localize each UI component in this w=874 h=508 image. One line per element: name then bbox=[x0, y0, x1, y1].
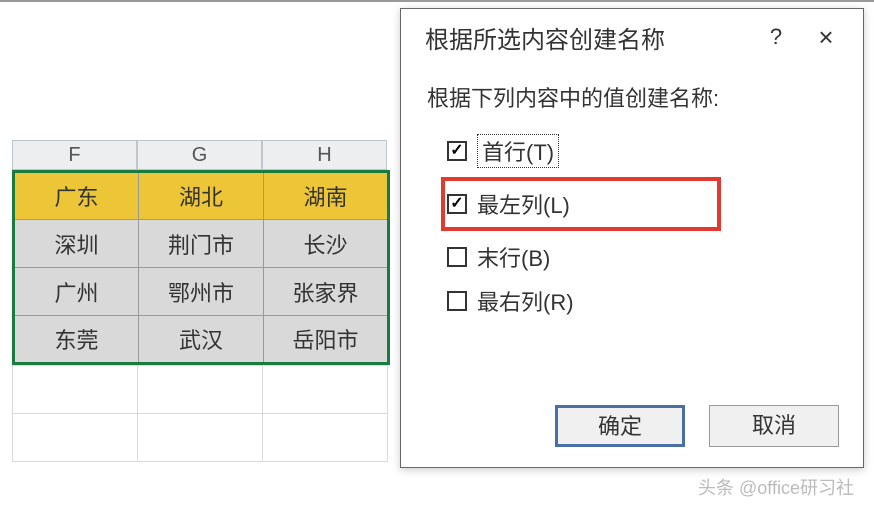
col-header-g[interactable]: G bbox=[137, 140, 262, 170]
cell[interactable]: 广东 bbox=[14, 172, 139, 220]
checkbox-label: 首行(T) bbox=[477, 134, 559, 168]
dialog-title: 根据所选内容创建名称 bbox=[425, 20, 751, 55]
empty-grid bbox=[12, 365, 388, 462]
selected-range[interactable]: 广东 湖北 湖南 深圳 荆门市 长沙 广州 鄂州市 张家界 东莞 武汉 岳阳市 bbox=[12, 170, 390, 365]
cancel-button[interactable]: 取消 bbox=[709, 405, 839, 447]
checkbox-left-col[interactable]: 最左列(L) bbox=[441, 177, 721, 231]
cell[interactable]: 武汉 bbox=[139, 316, 264, 364]
checkbox-icon bbox=[447, 194, 467, 214]
checkbox-icon bbox=[447, 141, 467, 161]
checkbox-bottom-row[interactable]: 末行(B) bbox=[447, 235, 833, 279]
col-header-h[interactable]: H bbox=[262, 140, 387, 170]
close-button[interactable]: × bbox=[801, 17, 851, 57]
checkbox-right-col[interactable]: 最右列(R) bbox=[447, 279, 833, 323]
cell[interactable]: 岳阳市 bbox=[264, 316, 389, 364]
cell[interactable]: 鄂州市 bbox=[139, 268, 264, 316]
help-button[interactable]: ? bbox=[751, 17, 801, 57]
checkbox-label: 最右列(R) bbox=[477, 285, 574, 317]
cell[interactable]: 长沙 bbox=[264, 220, 389, 268]
checkbox-icon bbox=[447, 247, 467, 267]
create-names-dialog: 根据所选内容创建名称 ? × 根据下列内容中的值创建名称: 首行(T) 最左列(… bbox=[400, 8, 864, 468]
col-header-f[interactable]: F bbox=[12, 140, 137, 170]
watermark: 头条 @office研习社 bbox=[698, 474, 854, 500]
cell[interactable]: 深圳 bbox=[14, 220, 139, 268]
ok-button[interactable]: 确定 bbox=[555, 405, 685, 447]
cell[interactable]: 荆门市 bbox=[139, 220, 264, 268]
checkbox-label: 末行(B) bbox=[477, 241, 550, 273]
cell[interactable]: 张家界 bbox=[264, 268, 389, 316]
checkbox-icon bbox=[447, 291, 467, 311]
cell[interactable]: 东莞 bbox=[14, 316, 139, 364]
checkbox-label: 最左列(L) bbox=[477, 188, 570, 220]
cell[interactable]: 湖北 bbox=[139, 172, 264, 220]
checkbox-top-row[interactable]: 首行(T) bbox=[447, 129, 833, 173]
cell[interactable]: 广州 bbox=[14, 268, 139, 316]
dialog-prompt: 根据下列内容中的值创建名称: bbox=[427, 81, 833, 113]
cell[interactable]: 湖南 bbox=[264, 172, 389, 220]
